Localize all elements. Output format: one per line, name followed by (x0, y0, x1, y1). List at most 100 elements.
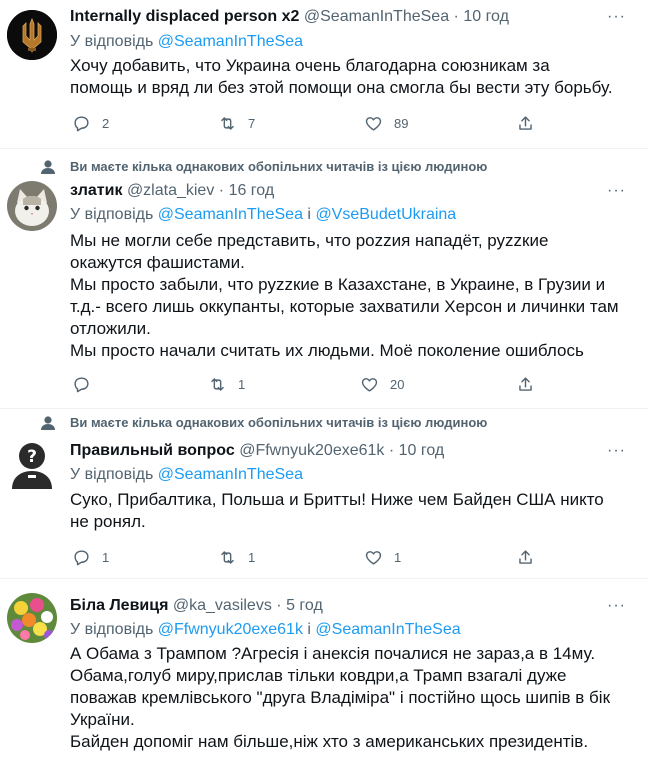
tweet[interactable]: Internally displaced person x2 @SeamanIn… (0, 0, 648, 148)
cat-photo-icon (7, 181, 57, 231)
share-icon (519, 377, 532, 391)
tweet[interactable]: Ви маєте кілька однакових обопільних чит… (0, 409, 648, 578)
tweet-text-line: помощь и вряд ли без этой помощи она смо… (70, 78, 613, 97)
tweet-text-line: поважав кремлівського "друга Владіміра" … (70, 688, 611, 707)
reply-icon (74, 377, 89, 393)
tweet-text-line: Мы просто забыли, что руzzкие в Казахста… (70, 275, 606, 294)
social-context: Ви маєте кілька однакових обопільних чит… (70, 159, 488, 174)
reply-icon (74, 550, 89, 566)
retweet-count: 1 (238, 377, 246, 392)
author-handle[interactable]: @SeamanInTheSea (304, 8, 449, 25)
heart-icon (361, 378, 378, 392)
like-button[interactable]: 89 (364, 114, 408, 133)
reply-prefix: У відповідь (70, 621, 154, 638)
timestamp[interactable]: 10 год (399, 442, 445, 459)
reply-context: У відповідь @SeamanInTheSea (70, 466, 303, 484)
more-options-icon[interactable]: ··· (607, 597, 626, 615)
tweet-text-line: Суко, Прибалтика, Польша и Бритты! Ниже … (70, 490, 604, 509)
tweet[interactable]: Ви маєте кілька однакових обопільних чит… (0, 149, 648, 408)
tweet-text: Хочу добавить, что Украина очень благода… (70, 55, 635, 99)
retweet-button[interactable]: 7 (218, 114, 255, 133)
retweet-icon (221, 117, 234, 130)
tweet-text-line: Мы не могли себе представить, что роzzия… (70, 231, 549, 250)
like-count: 1 (394, 550, 402, 565)
retweet-icon (221, 551, 234, 564)
tweet-text-line: отложили. (70, 319, 151, 338)
reply-prefix: У відповідь (70, 466, 154, 483)
retweet-icon (211, 378, 224, 391)
person-icon (41, 416, 55, 430)
tweet-text-line: А Обама з Трампом ?Агресія і анексія поч… (70, 644, 596, 663)
reply-button[interactable] (72, 375, 102, 394)
person-icon (41, 160, 55, 174)
avatar[interactable] (7, 181, 57, 231)
more-options-icon[interactable]: ··· (607, 8, 626, 26)
tweet-text-line: т.д.- всего лишь оккупанты, которые захв… (70, 297, 619, 316)
reply-button[interactable]: 1 (72, 548, 109, 567)
timestamp[interactable]: 16 год (229, 182, 275, 199)
reply-mention-link[interactable]: @Ffwnyuk20exe61k (158, 621, 303, 638)
share-button[interactable] (516, 548, 535, 567)
share-button[interactable] (516, 375, 535, 394)
tweet-text: А Обама з Трампом ?Агресія і анексія поч… (70, 643, 635, 753)
author-handle[interactable]: @ka_vasilevs (173, 597, 272, 614)
reply-button[interactable]: 2 (72, 114, 109, 133)
tweet-text: Суко, Прибалтика, Польша и Бритты! Ниже … (70, 489, 635, 533)
author-name[interactable]: Правильный вопрос (70, 442, 235, 459)
avatar[interactable] (7, 10, 57, 60)
header-separator: · (388, 442, 395, 459)
question-person-icon: ? (7, 439, 57, 489)
trident-emblem-icon (7, 10, 57, 60)
author-handle[interactable]: @zlata_kiev (127, 182, 214, 199)
retweet-count: 1 (248, 550, 256, 565)
like-button[interactable]: 20 (360, 375, 404, 394)
like-count: 20 (390, 377, 405, 392)
more-options-icon[interactable]: ··· (607, 182, 626, 200)
reply-mention-link[interactable]: @VseBudetUkraina (315, 206, 456, 223)
retweet-button[interactable]: 1 (208, 375, 245, 394)
more-options-icon[interactable]: ··· (607, 442, 626, 460)
header-separator: · (276, 597, 282, 614)
like-button[interactable]: 1 (364, 548, 401, 567)
flowers-photo-icon (7, 593, 57, 643)
avatar[interactable]: ? (7, 439, 57, 489)
reply-prefix: У відповідь (70, 206, 154, 223)
share-button[interactable] (516, 114, 535, 133)
header-separator: · (453, 8, 459, 25)
author-name[interactable]: Internally displaced person x2 (70, 8, 299, 25)
action-bar: 2 7 89 (70, 114, 550, 134)
action-bar: 1 1 1 (70, 548, 550, 568)
share-icon (519, 116, 532, 130)
author-name[interactable]: Біла Левиця (70, 597, 168, 614)
reply-count: 2 (102, 116, 110, 131)
reply-mention-link[interactable]: @SeamanInTheSea (158, 466, 303, 483)
tweet-text-line: не ронял. (70, 512, 146, 531)
tweet-text-line: окажутся фашистами. (70, 253, 245, 272)
reply-mention-link[interactable]: @SeamanInTheSea (158, 33, 303, 50)
reply-joiner: і (307, 206, 311, 223)
social-context: Ви маєте кілька однакових обопільних чит… (70, 415, 488, 430)
tweet-text-line: Хочу добавить, что Украина очень благода… (70, 56, 550, 75)
retweet-button[interactable]: 1 (218, 548, 255, 567)
author-name[interactable]: златик (70, 182, 122, 199)
retweet-count: 7 (248, 116, 256, 131)
reply-joiner: і (307, 621, 311, 638)
reply-context: У відповідь @SeamanInTheSea (70, 33, 303, 51)
tweet-text: Мы не могли себе представить, что роzzия… (70, 230, 635, 362)
action-bar: 1 20 (70, 375, 550, 395)
reply-context: У відповідь @SeamanInTheSea і @VseBudetU… (70, 206, 456, 224)
header-separator: · (218, 182, 225, 199)
reply-mention-link[interactable]: @SeamanInTheSea (315, 621, 460, 638)
tweet-text-line: України. (70, 710, 135, 729)
reply-count: 1 (102, 550, 110, 565)
author-handle[interactable]: @Ffwnyuk20exe61k (239, 442, 384, 459)
reply-prefix: У відповідь (70, 33, 154, 50)
timestamp[interactable]: 10 год (463, 8, 509, 25)
reply-mention-link[interactable]: @SeamanInTheSea (158, 206, 303, 223)
timestamp[interactable]: 5 год (286, 597, 323, 614)
tweet-text-line: Байден допоміг нам більше,ніж хто з амер… (70, 732, 589, 751)
reply-icon (74, 116, 89, 132)
tweet[interactable]: Біла Левиця @ka_vasilevs · 5 год ··· У в… (0, 579, 648, 760)
tweet-text-line: Мы просто начали считать их людьми. Моё … (70, 341, 584, 360)
avatar[interactable] (7, 593, 57, 643)
